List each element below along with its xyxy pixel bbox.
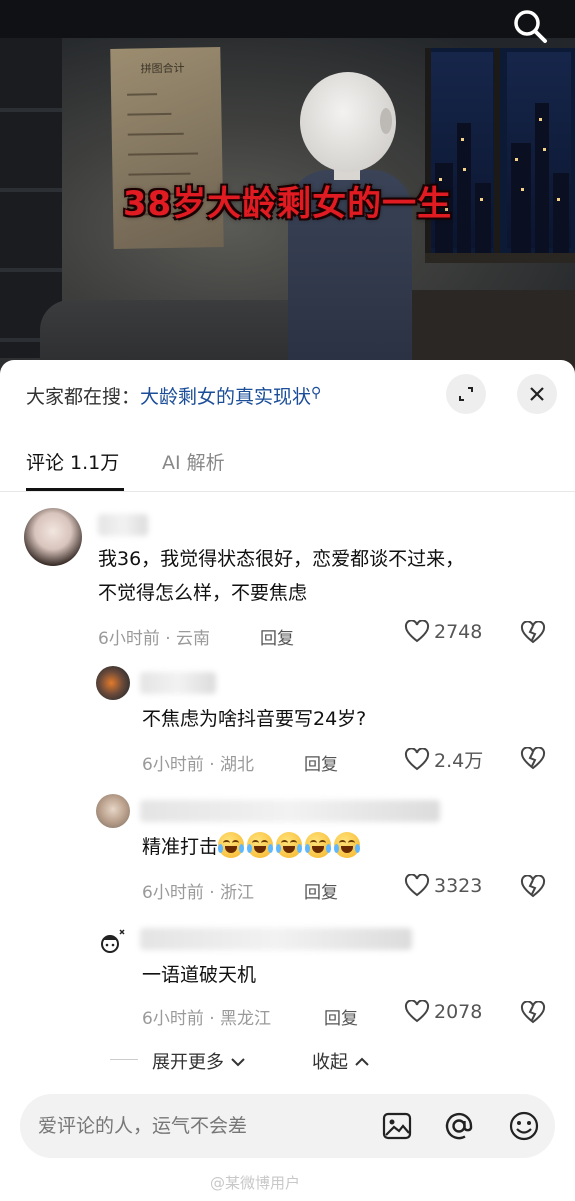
comment-text-line: 我36，我觉得状态很好，恋爱都谈不过来， [98,548,465,570]
crying-laughing-emoji [276,832,303,858]
username-redacted[interactable] [140,672,216,694]
poster-title: 拼图合计 [140,61,185,76]
image-icon[interactable] [380,1109,414,1143]
figure-ear [380,108,392,134]
cartoon-avatar-icon [101,929,125,953]
window-frame [425,48,431,258]
trending-query-link[interactable]: 大龄剩女的真实现状 [140,386,311,408]
crying-laughing-emoji [218,832,245,858]
heart-icon [404,747,430,770]
search-button[interactable] [508,4,552,48]
tab-bar: 评论 1.1万 AI 解析 [0,444,575,492]
comment-sheet: 大家都在搜：大龄剩女的真实现状⚲ 评论 1.1万 AI 解析 我36，我觉得状态… [0,360,575,1201]
search-icon [514,10,547,43]
comment-text: 不焦虑为啥抖音要写24岁? [142,708,367,730]
video-title: 38岁大龄剩女的一生 [122,184,453,224]
like-count: 2078 [434,1001,483,1023]
comment-text-line: 不觉得怎么样，不要焦虑 [98,582,308,604]
reply-item: 一语道破天机 6小时前 · 黑龙江 回复 2078 [0,918,575,1029]
expand-more-button[interactable]: 展开更多 [152,1048,246,1074]
search-small-icon: ⚲ [311,385,322,401]
crying-laughing-emoji [247,832,274,858]
comment-input-bar [20,1094,555,1158]
chevron-up-icon [355,1057,369,1066]
username-redacted[interactable] [98,514,148,536]
reply-button[interactable]: 回复 [304,878,338,903]
emoji-icon[interactable] [507,1109,541,1143]
reply-item: 不焦虑为啥抖音要写24岁? 6小时前 · 湖北 回复 2.4万 [0,662,575,775]
like-button[interactable]: 3323 [404,874,482,898]
watermark: @某微博用户 [210,1174,301,1192]
like-button[interactable]: 2.4万 [404,746,483,773]
avatar[interactable] [24,508,82,566]
close-icon [530,387,544,401]
avatar[interactable] [96,924,130,958]
like-count: 2.4万 [434,750,484,772]
screen: 拼图合计 38岁大龄剩女的一生 大家都在搜：大龄剩女的真实现状⚲ 评论 1.1万… [0,0,575,1201]
broken-heart-icon[interactable] [520,621,546,645]
mention-icon[interactable] [442,1109,476,1143]
fullscreen-button[interactable] [446,374,486,414]
comment-meta: 6小时前 · 浙江 [142,883,255,903]
comment-text: 一语道破天机 [142,964,257,986]
trending-search[interactable]: 大家都在搜：大龄剩女的真实现状⚲ [26,382,321,409]
like-button[interactable]: 2748 [404,620,482,644]
collapse-button[interactable]: 收起 [312,1048,370,1074]
broken-heart-icon[interactable] [520,747,546,771]
comment-text: 精准打击 [142,832,363,862]
comment-text-body: 精准打击 [142,836,219,858]
window-sill [425,253,575,263]
like-button[interactable]: 2078 [404,1000,482,1024]
comment-input[interactable] [38,1094,358,1158]
thread-line [110,1059,138,1060]
comment-meta: 6小时前 · 黑龙江 [142,1009,272,1029]
window-frame [494,48,500,258]
like-count: 2748 [434,621,483,643]
crying-laughing-emoji-group [218,832,363,858]
tab-ai-analysis[interactable]: AI 解析 [162,448,225,475]
close-button[interactable] [517,374,557,414]
reply-item: 精准打击 6小时前 · 浙江 回复 3323 [0,790,575,903]
broken-heart-icon[interactable] [520,1001,546,1025]
comment-meta: 6小时前 · 湖北 [142,755,255,775]
collapse-label: 收起 [312,1052,348,1073]
chevron-down-icon [231,1058,245,1067]
like-count: 3323 [434,875,483,897]
comment-item: 我36，我觉得状态很好，恋爱都谈不过来， 不觉得怎么样，不要焦虑 6小时前 · … [0,508,575,658]
crying-laughing-emoji [305,832,332,858]
divider [0,491,575,492]
avatar[interactable] [96,794,130,828]
crying-laughing-emoji [334,832,361,858]
comment-meta: 6小时前 · 云南 [98,629,211,649]
heart-icon [404,620,430,643]
expand-more-label: 展开更多 [152,1052,224,1073]
tab-comments[interactable]: 评论 1.1万 [26,448,119,475]
expand-icon [459,387,473,401]
username-redacted[interactable] [140,800,440,822]
heart-icon [404,1000,430,1023]
avatar[interactable] [96,666,130,700]
video-player[interactable]: 拼图合计 38岁大龄剩女的一生 [0,0,575,380]
reply-button[interactable]: 回复 [260,624,294,649]
reply-button[interactable]: 回复 [304,750,338,775]
username-redacted[interactable] [140,928,412,950]
trending-prefix: 大家都在搜： [26,386,141,408]
top-bar [0,0,575,38]
heart-icon [404,874,430,897]
broken-heart-icon[interactable] [520,875,546,899]
reply-button[interactable]: 回复 [324,1004,358,1029]
